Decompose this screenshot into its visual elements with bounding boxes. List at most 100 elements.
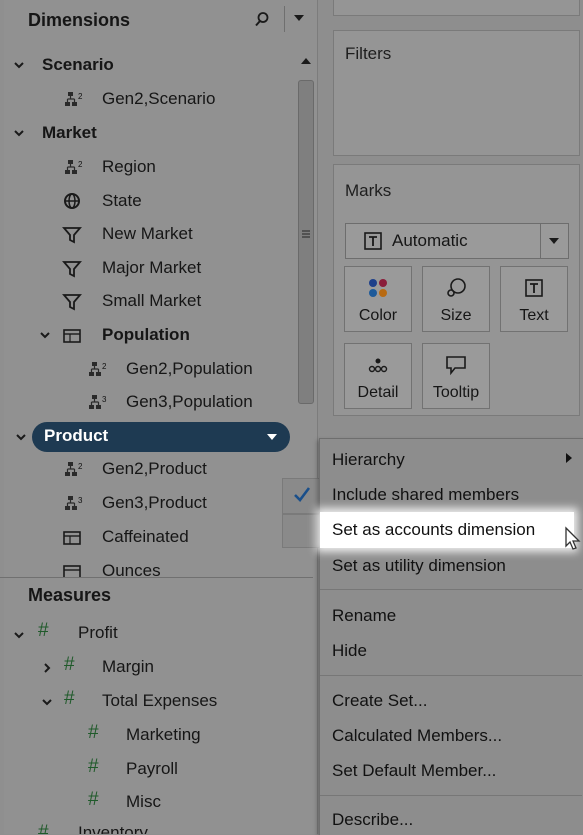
measure-marketing[interactable]: Marketing	[126, 720, 201, 750]
tooltip-button[interactable]: Tooltip	[422, 343, 490, 409]
mark-type-select[interactable]: Automatic	[345, 223, 569, 259]
scroll-up-arrow-icon[interactable]	[300, 56, 312, 66]
filter-funnel-icon	[62, 294, 82, 311]
measure-inventory[interactable]: Inventory	[78, 822, 148, 834]
menu-item-calculated-members[interactable]: Calculated Members...	[332, 726, 502, 746]
color-button[interactable]: Color	[344, 266, 412, 332]
attribute-table-icon	[63, 329, 81, 343]
svg-text:2: 2	[78, 92, 83, 101]
text-icon	[525, 279, 543, 297]
measure-hash-icon: #	[38, 822, 49, 834]
chevron-down-icon[interactable]	[38, 328, 52, 342]
dimension-caffeinated[interactable]: Caffeinated	[102, 522, 189, 552]
hierarchy-gen2-icon: 2	[89, 362, 107, 376]
menu-item-hide[interactable]: Hide	[332, 641, 367, 661]
dimension-region[interactable]: Region	[102, 152, 156, 182]
svg-text:2: 2	[78, 462, 83, 471]
attribute-table-icon	[63, 531, 81, 545]
menu-item-include-shared-members[interactable]: Include shared members	[332, 485, 519, 505]
measure-hash-icon: #	[88, 756, 99, 777]
measure-payroll[interactable]: Payroll	[126, 754, 178, 784]
dropdown-arrow-icon[interactable]	[292, 12, 306, 24]
measure-profit[interactable]: Profit	[78, 618, 118, 648]
dimension-gen2-population[interactable]: Gen2,Population	[126, 354, 253, 384]
scrollbar-thumb[interactable]	[298, 80, 314, 404]
pages-card	[333, 0, 580, 16]
measure-hash-icon: #	[38, 620, 49, 641]
dimension-ounces[interactable]: Ounces	[102, 556, 161, 577]
dimension-gen2-scenario[interactable]: Gen2,Scenario	[102, 84, 215, 114]
hierarchy-gen3-icon: 3	[89, 395, 107, 409]
clipped-row-container: Ounces	[0, 556, 313, 577]
dimension-gen3-population[interactable]: Gen3,Population	[126, 387, 253, 417]
size-label: Size	[440, 307, 472, 324]
mark-type-value: Automatic	[392, 231, 468, 250]
measures-title: Measures	[28, 585, 112, 605]
hierarchy-gen2-icon: 2	[65, 160, 83, 174]
menu-item-hierarchy[interactable]: Hierarchy	[332, 450, 405, 470]
dimension-state[interactable]: State	[102, 186, 142, 216]
chevron-down-icon[interactable]	[12, 126, 26, 140]
attribute-table-icon	[63, 565, 81, 577]
mouse-cursor-icon	[565, 526, 581, 550]
dropdown-arrow-icon[interactable]	[266, 432, 278, 442]
submenu-arrow-icon	[566, 453, 572, 463]
menu-item-set-as-accounts-dimension[interactable]: Set as accounts dimension	[332, 520, 535, 540]
text-label: Text	[519, 307, 549, 324]
size-button[interactable]: Size	[422, 266, 490, 332]
measure-hash-icon: #	[88, 789, 99, 810]
chevron-down-icon[interactable]	[12, 58, 26, 72]
chevron-down-icon[interactable]	[40, 695, 54, 709]
hierarchy-gen2-icon: 2	[65, 462, 83, 476]
svg-text:3: 3	[102, 395, 107, 404]
dropdown-arrow-icon	[549, 238, 559, 244]
filter-funnel-icon	[62, 227, 82, 244]
filters-title: Filters	[345, 44, 392, 63]
menu-separator	[320, 589, 582, 590]
search-icon[interactable]	[254, 11, 270, 27]
menu-item-rename[interactable]: Rename	[332, 606, 396, 626]
dimension-scenario[interactable]: Scenario	[42, 50, 114, 80]
dimensions-title: Dimensions	[28, 10, 131, 30]
clipped-row-container: # Inventory	[0, 822, 313, 834]
measure-hash-icon: #	[64, 654, 75, 675]
hierarchy-gen2-icon: 2	[65, 92, 83, 106]
filter-funnel-icon	[62, 261, 82, 278]
chevron-right-icon[interactable]	[40, 661, 54, 675]
marks-title: Marks	[345, 181, 392, 200]
menu-item-set-default-member[interactable]: Set Default Member...	[332, 761, 496, 781]
dimension-major-market[interactable]: Major Market	[102, 253, 201, 283]
menu-item-create-set[interactable]: Create Set...	[332, 691, 427, 711]
grip-icon	[302, 230, 310, 238]
header-divider	[284, 6, 285, 32]
dimension-population[interactable]: Population	[102, 320, 190, 350]
hierarchy-gen3-icon: 3	[65, 496, 83, 510]
measure-hash-icon: #	[64, 688, 75, 709]
measures-divider	[0, 577, 313, 578]
dimension-product[interactable]: Product	[44, 421, 108, 451]
size-icon	[447, 278, 466, 297]
dimension-new-market[interactable]: New Market	[102, 219, 193, 249]
dimension-market[interactable]: Market	[42, 118, 97, 148]
menu-separator	[320, 795, 582, 796]
text-button[interactable]: Text	[500, 266, 568, 332]
chevron-down-icon[interactable]	[12, 628, 26, 642]
dimension-gen2-product[interactable]: Gen2,Product	[102, 454, 207, 484]
measure-total-expenses[interactable]: Total Expenses	[102, 686, 217, 716]
detail-icon	[368, 358, 388, 373]
globe-icon	[64, 193, 80, 209]
dimension-gen3-product[interactable]: Gen3,Product	[102, 488, 207, 518]
chevron-down-icon[interactable]	[14, 430, 28, 444]
svg-text:2: 2	[78, 160, 83, 169]
checkmark-icon	[294, 487, 311, 502]
select-divider	[540, 224, 541, 258]
measure-margin[interactable]: Margin	[102, 652, 154, 682]
dimension-small-market[interactable]: Small Market	[102, 286, 201, 316]
color-label: Color	[358, 307, 398, 324]
tooltip-icon	[446, 356, 466, 376]
detail-button[interactable]: Detail	[344, 343, 412, 409]
menu-item-describe[interactable]: Describe...	[332, 810, 413, 830]
measure-hash-icon: #	[88, 722, 99, 743]
menu-item-set-as-utility-dimension[interactable]: Set as utility dimension	[332, 556, 506, 576]
measure-misc[interactable]: Misc	[126, 787, 161, 817]
